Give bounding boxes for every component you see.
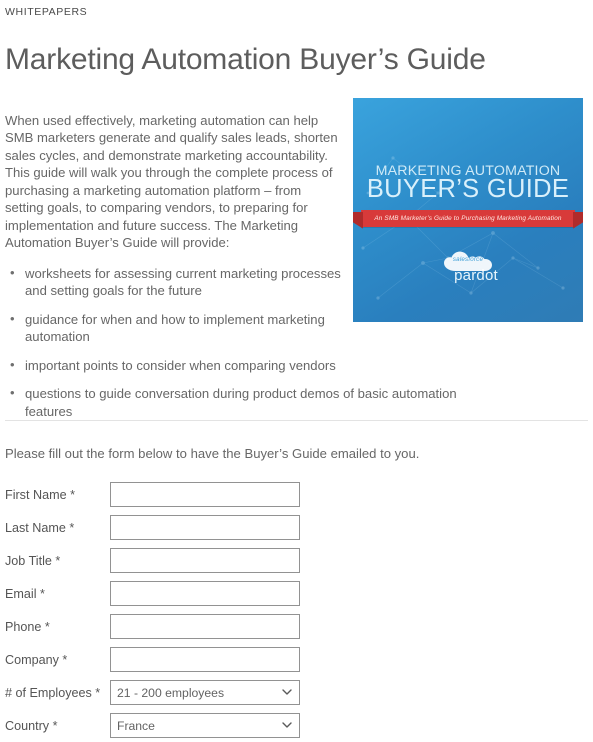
company-input[interactable] [110,647,300,673]
lead-capture-form: First Name * Last Name * Job Title * Ema… [5,478,588,742]
label-job-title: Job Title * [5,553,61,568]
list-item: worksheets for assessing current marketi… [10,264,353,300]
whitepaper-landing-page: WHITEPAPERS Marketing Automation Buyer’s… [0,0,593,742]
last-name-input[interactable] [110,515,300,541]
ebook-cover-image: MARKETING AUTOMATION BUYER’S GUIDE An SM… [353,97,583,322]
list-item: guidance for when and how to implement m… [10,310,353,346]
form-row-company: Company * [5,643,588,676]
list-item: important points to consider when compar… [10,356,353,375]
label-phone: Phone * [5,619,50,634]
form-row-phone: Phone * [5,610,588,643]
salesforce-cloud-icon: salesforce [442,249,494,275]
form-row-email: Email * [5,577,588,610]
field-wrap-company [110,647,300,673]
email-input[interactable] [110,581,300,607]
label-email: Email * [5,586,45,601]
field-wrap-job-title [110,548,300,574]
form-row-job-title: Job Title * [5,544,588,577]
field-wrap-last-name [110,515,300,541]
phone-input[interactable] [110,614,300,640]
page-title: Marketing Automation Buyer’s Guide [5,43,486,77]
field-wrap-employees: 21 - 200 employees [110,680,300,706]
list-item: questions to guide conversation during p… [10,384,505,420]
cover-ribbon: An SMB Marketer’s Guide to Purchasing Ma… [361,209,575,227]
field-wrap-email [110,581,300,607]
first-name-input[interactable] [110,482,300,508]
job-title-input[interactable] [110,548,300,574]
pardot-logo: salesforce pardot [353,249,583,284]
form-row-first-name: First Name * [5,478,588,511]
form-instructions: Please fill out the form below to have t… [5,446,420,462]
form-row-employees: # of Employees * 21 - 200 employees [5,676,588,709]
form-row-last-name: Last Name * [5,511,588,544]
label-employees: # of Employees * [5,685,101,700]
field-wrap-phone [110,614,300,640]
content-section: When used effectively, marketing automat… [0,97,593,421]
label-company: Company * [5,652,68,667]
salesforce-wordmark: salesforce [452,255,484,263]
form-row-country: Country * France [5,709,588,742]
employees-select[interactable]: 21 - 200 employees [110,680,300,706]
field-wrap-country: France [110,713,300,739]
label-last-name: Last Name * [5,520,75,535]
category-eyebrow: WHITEPAPERS [5,6,88,18]
field-wrap-first-name [110,482,300,508]
label-first-name: First Name * [5,487,75,502]
lead-capture-form-section: Please fill out the form below to have t… [0,421,593,742]
cover-title-line-2: BUYER’S GUIDE [366,174,570,203]
country-select[interactable]: France [110,713,300,739]
intro-paragraph: When used effectively, marketing automat… [5,112,338,251]
cover-ribbon-text: An SMB Marketer’s Guide to Purchasing Ma… [374,214,562,222]
label-country: Country * [5,718,58,733]
